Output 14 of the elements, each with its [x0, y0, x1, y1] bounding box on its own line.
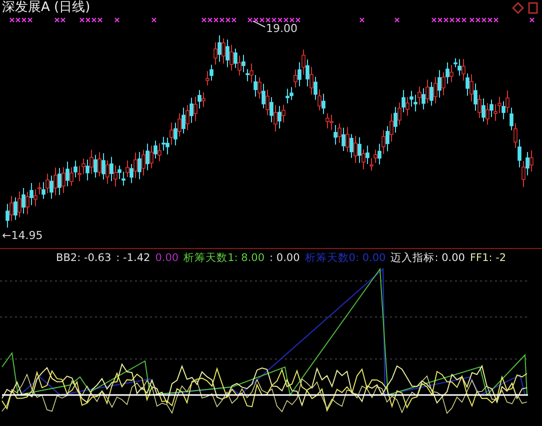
high-price-label: 19.00	[266, 22, 298, 35]
square-icon[interactable]	[528, 2, 538, 14]
indicator-value: 0.00	[155, 252, 179, 264]
indicator-value: 析筹天数0: 0.00	[304, 251, 386, 265]
diamond-icon[interactable]	[512, 2, 524, 14]
window-title: 深发展A (日线)	[2, 0, 90, 16]
indicator-value: 析筹天数1: 8.00	[184, 251, 265, 265]
leader-line	[252, 20, 266, 28]
low-price-label: ←14.95	[2, 229, 43, 242]
indicator-value: FF1: -2	[470, 252, 506, 264]
indicator-value: : -1.42	[116, 252, 150, 264]
indicator-value: 迈入指标: 0.00	[390, 251, 465, 265]
indicator-value: : 0.00	[270, 252, 300, 264]
indicator-value: BB2: -0.63	[56, 252, 112, 264]
